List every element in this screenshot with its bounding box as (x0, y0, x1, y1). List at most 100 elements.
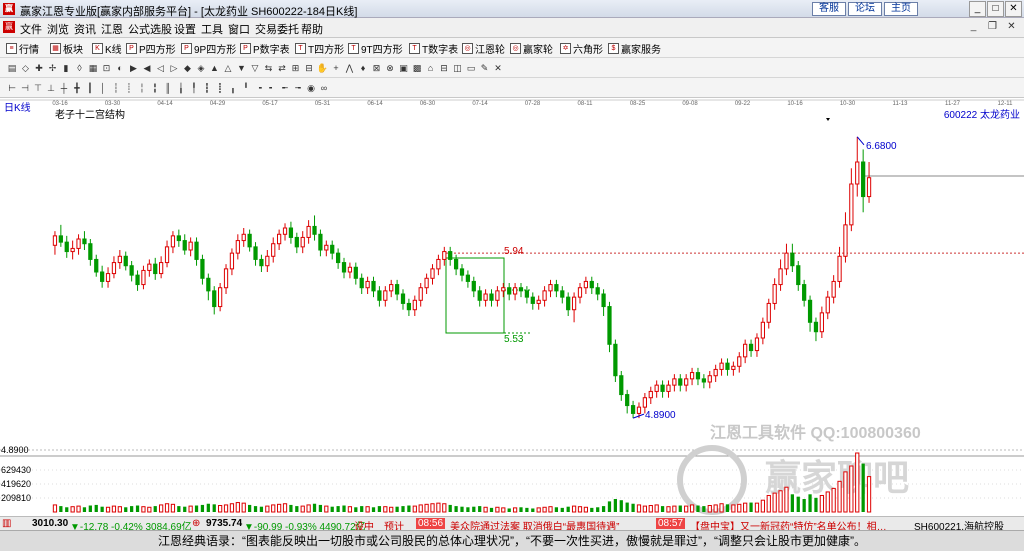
toolbar-gann-wheel[interactable]: ◎ 江恩轮 (462, 41, 505, 56)
indicator-tool-19-icon[interactable]: ╹ (240, 82, 252, 94)
menu-file[interactable]: 文件 (20, 21, 42, 37)
toolbar-t-table[interactable]: T T数字表 (409, 41, 458, 56)
menu-app-icon[interactable]: 赢 (3, 21, 15, 33)
draw-tool-10-icon[interactable]: ▶ (128, 62, 140, 74)
draw-tool-3-icon[interactable]: ✚ (33, 62, 45, 74)
indicator-tool-5-icon[interactable]: ┼ (58, 82, 70, 94)
indicator-tool-2-icon[interactable]: ⊣ (19, 82, 31, 94)
draw-tool-31-icon[interactable]: ▩ (411, 62, 423, 74)
draw-tool-20-icon[interactable]: ⇆ (263, 62, 275, 74)
indicator-tool-16-icon[interactable]: ┇ (201, 82, 213, 94)
draw-tool-11-icon[interactable]: ◀ (141, 62, 153, 74)
customer-service-link[interactable]: 客服 (812, 2, 846, 16)
indicator-tool-7-icon[interactable]: ┃ (84, 82, 96, 94)
draw-tool-15-icon[interactable]: ◈ (195, 62, 207, 74)
draw-tool-12-icon[interactable]: ◁ (155, 62, 167, 74)
indicator-tool-8-icon[interactable]: │ (97, 82, 109, 94)
sz-index-value[interactable]: 9735.74 (206, 518, 242, 529)
kline-chart[interactable]: 03-16 03-30 04-14 04-29 05-17 05-31 06-14 06-30… (0, 98, 1024, 516)
draw-tool-1-icon[interactable]: ▤ (6, 62, 18, 74)
draw-tool-5-icon[interactable]: ▮ (60, 62, 72, 74)
draw-tool-2-icon[interactable]: ◇ (20, 62, 32, 74)
draw-tool-35-icon[interactable]: ▭ (465, 62, 477, 74)
mdi-close-icon[interactable]: ✕ (1003, 19, 1020, 35)
draw-tool-25-icon[interactable]: + (330, 62, 342, 74)
indicator-tool-4-icon[interactable]: ⊥ (45, 82, 57, 94)
menu-window[interactable]: 窗口 (228, 21, 250, 37)
draw-tool-23-icon[interactable]: ⊟ (303, 62, 315, 74)
toolbar-hexagon[interactable]: ✡ 六角形 (560, 41, 603, 56)
draw-tool-18-icon[interactable]: ▼ (236, 62, 248, 74)
indicator-tool-24-icon[interactable]: ◉ (305, 82, 317, 94)
indicator-tool-9-icon[interactable]: ┆ (110, 82, 122, 94)
toolbar-quotes[interactable]: ≡ 行情 (6, 41, 39, 56)
toolbar-9t-square[interactable]: T 9T四方形 (348, 41, 403, 56)
indicator-tool-10-icon[interactable]: ┊ (123, 82, 135, 94)
draw-tool-22-icon[interactable]: ⊞ (290, 62, 302, 74)
draw-tool-16-icon[interactable]: ▲ (209, 62, 221, 74)
draw-tool-30-icon[interactable]: ▣ (398, 62, 410, 74)
toolbar-winner-wheel[interactable]: ◎ 赢家轮 (510, 41, 553, 56)
indicator-tool-25-icon[interactable]: ∞ (318, 82, 330, 94)
toolbar-sectors[interactable]: ▦ 板块 (50, 41, 83, 56)
draw-tool-9-icon[interactable]: ◐ (114, 62, 126, 74)
draw-tool-13-icon[interactable]: ▷ (168, 62, 180, 74)
draw-tool-6-icon[interactable]: ◊ (74, 62, 86, 74)
draw-tool-34-icon[interactable]: ◫ (452, 62, 464, 74)
menu-formula[interactable]: 公式选股 (128, 21, 172, 37)
toolbar-p-square[interactable]: P P四方形 (126, 41, 176, 56)
indicator-tool-13-icon[interactable]: ║ (162, 82, 174, 94)
draw-tool-32-icon[interactable]: ⌂ (425, 62, 437, 74)
maximize-icon[interactable]: □ (987, 1, 1004, 17)
forum-link[interactable]: 论坛 (848, 2, 882, 16)
draw-tool-27-icon[interactable]: ♦ (357, 62, 369, 74)
homepage-link[interactable]: 主页 (884, 2, 918, 16)
indicator-tool-6-icon[interactable]: ╋ (71, 82, 83, 94)
toolbar-t-square[interactable]: T T四方形 (295, 41, 344, 56)
indicator-tool-1-icon[interactable]: ⊢ (6, 82, 18, 94)
draw-tool-19-icon[interactable]: ▽ (249, 62, 261, 74)
mdi-restore-icon[interactable]: ❐ (984, 19, 1001, 35)
kline-chart-area[interactable]: 03-16 03-30 04-14 04-29 05-17 05-31 06-14 06-30… (0, 98, 1024, 516)
draw-tool-36-icon[interactable]: ✎ (479, 62, 491, 74)
indicator-tool-11-icon[interactable]: ╎ (136, 82, 148, 94)
draw-tool-37-icon[interactable]: ✕ (492, 62, 504, 74)
draw-tool-8-icon[interactable]: ⊡ (101, 62, 113, 74)
indicator-tool-17-icon[interactable]: ┋ (214, 82, 226, 94)
draw-tool-17-icon[interactable]: △ (222, 62, 234, 74)
toolbar-service[interactable]: $ 赢家服务 (608, 41, 661, 56)
menu-settings[interactable]: 设置 (174, 21, 196, 37)
minimize-icon[interactable]: _ (969, 1, 986, 17)
indicator-tool-23-icon[interactable]: ╼ (292, 82, 304, 94)
indicator-tool-20-icon[interactable]: ╺ (253, 82, 265, 94)
menu-browse[interactable]: 浏览 (47, 21, 69, 37)
menu-info[interactable]: 资讯 (74, 21, 96, 37)
close-icon[interactable]: ✕ (1005, 1, 1022, 17)
indicator-tool-22-icon[interactable]: ╾ (279, 82, 291, 94)
draw-tool-7-icon[interactable]: ▦ (87, 62, 99, 74)
draw-tool-24-icon[interactable]: ✋ (317, 62, 329, 74)
menu-trade[interactable]: 交易委托 (255, 21, 299, 37)
toolbar-9p-square[interactable]: P 9P四方形 (181, 41, 236, 56)
toolbar-p-table[interactable]: P P数字表 (240, 41, 290, 56)
menu-gann[interactable]: 江恩 (101, 21, 123, 37)
sh-index-value[interactable]: 3010.30 (32, 518, 68, 529)
indicator-tool-12-icon[interactable]: ╏ (149, 82, 161, 94)
indicator-tool-18-icon[interactable]: ╻ (227, 82, 239, 94)
volume-bar-up (430, 503, 435, 513)
draw-tool-4-icon[interactable]: ✢ (47, 62, 59, 74)
toolbar-kline[interactable]: K K线 (92, 41, 122, 56)
draw-tool-14-icon[interactable]: ◆ (182, 62, 194, 74)
draw-tool-33-icon[interactable]: ⊟ (438, 62, 450, 74)
menu-help[interactable]: 帮助 (301, 21, 323, 37)
draw-tool-29-icon[interactable]: ⊗ (384, 62, 396, 74)
indicator-tool-14-icon[interactable]: ╽ (175, 82, 187, 94)
draw-tool-26-icon[interactable]: ⋀ (344, 62, 356, 74)
draw-tool-28-icon[interactable]: ⊠ (371, 62, 383, 74)
indicator-tool-15-icon[interactable]: ╿ (188, 82, 200, 94)
menu-tools[interactable]: 工具 (201, 21, 223, 37)
indicator-tool-21-icon[interactable]: ╸ (266, 82, 278, 94)
mdi-minimize-icon[interactable]: _ (965, 19, 982, 35)
draw-tool-21-icon[interactable]: ⇄ (276, 62, 288, 74)
indicator-tool-3-icon[interactable]: ⊤ (32, 82, 44, 94)
